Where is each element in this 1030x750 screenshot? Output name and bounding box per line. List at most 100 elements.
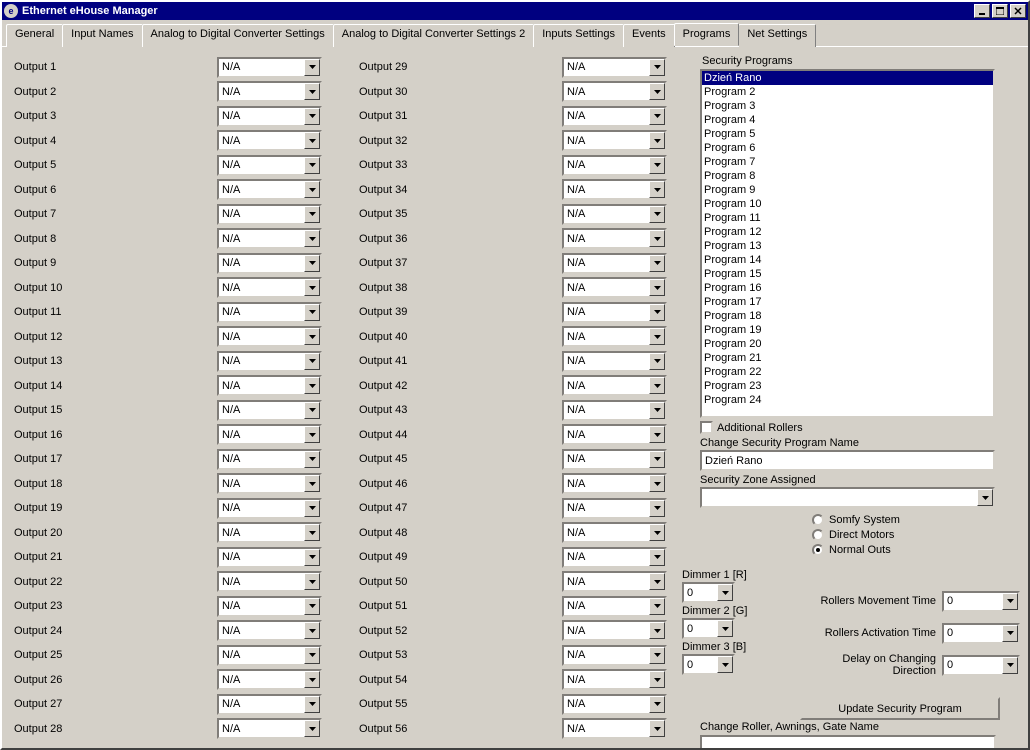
- motor-type-radio[interactable]: [812, 544, 824, 556]
- output-dropdown[interactable]: N/A: [562, 253, 667, 274]
- output-dropdown[interactable]: N/A: [217, 130, 322, 151]
- tab-inputs-settings[interactable]: Inputs Settings: [533, 24, 624, 47]
- output-dropdown[interactable]: N/A: [562, 228, 667, 249]
- additional-rollers-checkbox[interactable]: [700, 421, 713, 434]
- roller-setting-dropdown[interactable]: 0: [942, 623, 1020, 644]
- output-dropdown[interactable]: N/A: [217, 155, 322, 176]
- output-dropdown[interactable]: N/A: [217, 375, 322, 396]
- roller-setting-dropdown[interactable]: 0: [942, 591, 1020, 612]
- minimize-button[interactable]: [974, 4, 990, 18]
- security-program-item[interactable]: Program 8: [702, 169, 993, 183]
- security-program-item[interactable]: Program 6: [702, 141, 993, 155]
- output-dropdown[interactable]: N/A: [562, 81, 667, 102]
- tab-events[interactable]: Events: [623, 24, 675, 47]
- tab-general[interactable]: General: [6, 24, 63, 47]
- dimmer-dropdown[interactable]: 0: [682, 654, 735, 675]
- security-program-item[interactable]: Program 2: [702, 85, 993, 99]
- security-program-item[interactable]: Program 4: [702, 113, 993, 127]
- security-program-item[interactable]: Program 13: [702, 239, 993, 253]
- output-dropdown[interactable]: N/A: [562, 669, 667, 690]
- output-dropdown[interactable]: N/A: [562, 424, 667, 445]
- close-button[interactable]: [1010, 4, 1026, 18]
- output-dropdown[interactable]: N/A: [217, 253, 322, 274]
- output-dropdown[interactable]: N/A: [217, 228, 322, 249]
- output-dropdown[interactable]: N/A: [217, 179, 322, 200]
- output-dropdown[interactable]: N/A: [562, 106, 667, 127]
- security-program-item[interactable]: Program 9: [702, 183, 993, 197]
- output-dropdown[interactable]: N/A: [217, 424, 322, 445]
- output-dropdown[interactable]: N/A: [562, 620, 667, 641]
- output-dropdown[interactable]: N/A: [562, 400, 667, 421]
- output-dropdown[interactable]: N/A: [217, 473, 322, 494]
- output-dropdown[interactable]: N/A: [217, 277, 322, 298]
- security-program-item[interactable]: Program 22: [702, 365, 993, 379]
- output-dropdown[interactable]: N/A: [562, 547, 667, 568]
- output-dropdown[interactable]: N/A: [562, 155, 667, 176]
- output-dropdown[interactable]: N/A: [217, 204, 322, 225]
- security-program-item[interactable]: Program 20: [702, 337, 993, 351]
- output-dropdown[interactable]: N/A: [562, 645, 667, 666]
- output-dropdown[interactable]: N/A: [217, 351, 322, 372]
- output-dropdown[interactable]: N/A: [217, 57, 322, 78]
- security-program-item[interactable]: Dzień Rano: [702, 71, 993, 85]
- security-program-item[interactable]: Program 21: [702, 351, 993, 365]
- output-dropdown[interactable]: N/A: [562, 473, 667, 494]
- output-dropdown[interactable]: N/A: [562, 694, 667, 715]
- dimmer-dropdown[interactable]: 0: [682, 618, 735, 639]
- output-dropdown[interactable]: N/A: [562, 571, 667, 592]
- motor-type-radio[interactable]: [812, 529, 824, 541]
- output-dropdown[interactable]: N/A: [217, 106, 322, 127]
- output-dropdown[interactable]: N/A: [217, 620, 322, 641]
- output-dropdown[interactable]: N/A: [217, 326, 322, 347]
- output-dropdown[interactable]: N/A: [217, 571, 322, 592]
- output-dropdown[interactable]: N/A: [562, 326, 667, 347]
- security-program-item[interactable]: Program 14: [702, 253, 993, 267]
- tab-programs[interactable]: Programs: [674, 23, 740, 46]
- tab-analog-to-digital-converter-settings[interactable]: Analog to Digital Converter Settings: [142, 24, 334, 47]
- output-dropdown[interactable]: N/A: [217, 694, 322, 715]
- security-program-item[interactable]: Program 7: [702, 155, 993, 169]
- output-dropdown[interactable]: N/A: [562, 57, 667, 78]
- output-dropdown[interactable]: N/A: [217, 669, 322, 690]
- security-program-item[interactable]: Program 24: [702, 393, 993, 407]
- output-dropdown[interactable]: N/A: [217, 449, 322, 470]
- output-dropdown[interactable]: N/A: [217, 81, 322, 102]
- output-dropdown[interactable]: N/A: [217, 718, 322, 739]
- tab-input-names[interactable]: Input Names: [62, 24, 142, 47]
- security-zone-dropdown[interactable]: [700, 487, 995, 508]
- output-dropdown[interactable]: N/A: [562, 596, 667, 617]
- security-program-item[interactable]: Program 5: [702, 127, 993, 141]
- security-program-item[interactable]: Program 18: [702, 309, 993, 323]
- security-program-item[interactable]: Program 23: [702, 379, 993, 393]
- output-dropdown[interactable]: N/A: [217, 302, 322, 323]
- security-program-item[interactable]: Program 11: [702, 211, 993, 225]
- update-security-program-button[interactable]: Update Security Program: [800, 697, 1000, 720]
- output-dropdown[interactable]: N/A: [217, 547, 322, 568]
- output-dropdown[interactable]: N/A: [217, 498, 322, 519]
- output-dropdown[interactable]: N/A: [562, 351, 667, 372]
- output-dropdown[interactable]: N/A: [562, 449, 667, 470]
- output-dropdown[interactable]: N/A: [562, 277, 667, 298]
- tab-analog-to-digital-converter-settings-2[interactable]: Analog to Digital Converter Settings 2: [333, 24, 534, 47]
- security-programs-listbox[interactable]: Dzień RanoProgram 2Program 3Program 4Pro…: [700, 69, 995, 418]
- output-dropdown[interactable]: N/A: [217, 596, 322, 617]
- security-program-item[interactable]: Program 3: [702, 99, 993, 113]
- program-name-input[interactable]: Dzień Rano: [700, 450, 995, 471]
- security-program-item[interactable]: Program 15: [702, 267, 993, 281]
- output-dropdown[interactable]: N/A: [562, 204, 667, 225]
- tab-net-settings[interactable]: Net Settings: [738, 24, 816, 47]
- output-dropdown[interactable]: N/A: [217, 645, 322, 666]
- output-dropdown[interactable]: N/A: [217, 522, 322, 543]
- output-dropdown[interactable]: N/A: [562, 130, 667, 151]
- output-dropdown[interactable]: N/A: [562, 498, 667, 519]
- security-program-item[interactable]: Program 17: [702, 295, 993, 309]
- security-program-item[interactable]: Program 16: [702, 281, 993, 295]
- output-dropdown[interactable]: N/A: [562, 375, 667, 396]
- motor-type-radio[interactable]: [812, 514, 824, 526]
- output-dropdown[interactable]: N/A: [562, 522, 667, 543]
- security-program-item[interactable]: Program 19: [702, 323, 993, 337]
- output-dropdown[interactable]: N/A: [562, 179, 667, 200]
- output-dropdown[interactable]: N/A: [562, 718, 667, 739]
- roller-setting-dropdown[interactable]: 0: [942, 655, 1020, 676]
- security-program-item[interactable]: Program 10: [702, 197, 993, 211]
